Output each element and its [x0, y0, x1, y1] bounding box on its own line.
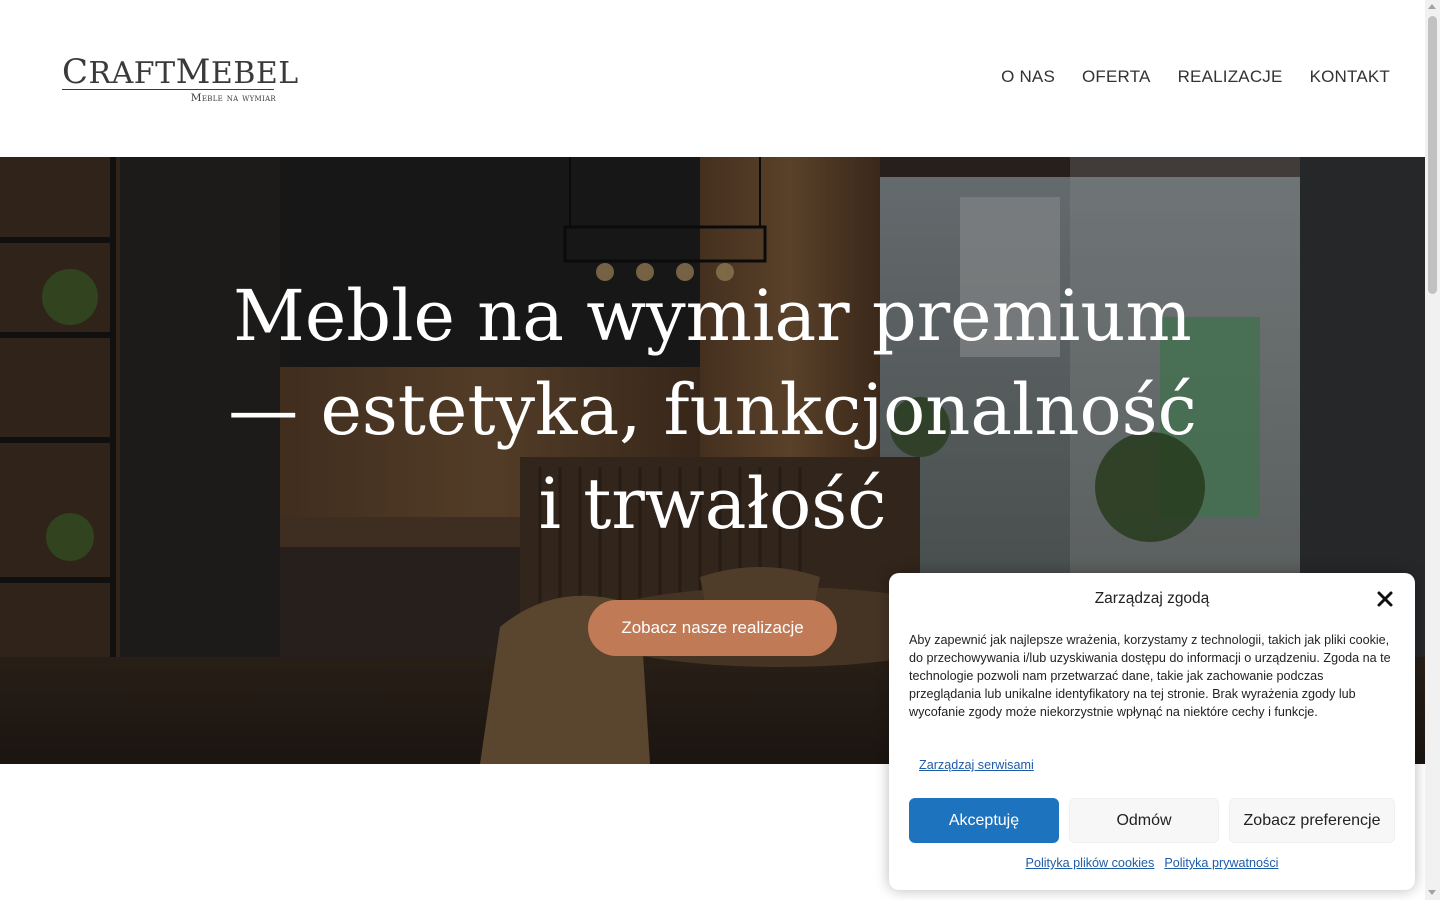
logo-wordmark: CRAFTMEBEL — [62, 55, 299, 91]
deny-button[interactable]: Odmów — [1069, 798, 1219, 843]
page-scrollbar[interactable] — [1425, 0, 1440, 900]
consent-description: Aby zapewnić jak najlepsze wrażenia, kor… — [909, 633, 1391, 719]
consent-policy-links: Polityka plików cookies Polityka prywatn… — [889, 856, 1415, 870]
hero-title-line-3: i trwałość — [538, 463, 887, 545]
scroll-up-arrow-icon[interactable] — [1428, 4, 1436, 9]
hero-title-line-2: — estetyka, funkcjonalność — [228, 369, 1197, 451]
logo-text-raft: RAFT — [88, 56, 176, 91]
nav-oferta[interactable]: OFERTA — [1082, 67, 1151, 87]
logo-letter-c: C — [62, 52, 89, 92]
nav-o-nas[interactable]: O NAS — [1001, 67, 1055, 87]
see-realizations-button[interactable]: Zobacz nasze realizacje — [588, 600, 837, 656]
craftmebel-logo[interactable]: CRAFTMEBEL Meble na wymiar — [62, 55, 298, 106]
hero-title: Meble na wymiar premium — estetyka, funk… — [200, 269, 1225, 551]
logo-tagline: Meble na wymiar — [190, 92, 276, 104]
logo-letter-m: M — [175, 52, 211, 92]
privacy-policy-link[interactable]: Polityka prywatności — [1164, 856, 1278, 870]
nav-realizacje[interactable]: REALIZACJE — [1178, 67, 1283, 87]
preferences-button[interactable]: Zobacz preferencje — [1229, 798, 1395, 843]
logo-rule — [62, 89, 274, 90]
consent-title: Zarządzaj zgodą — [1094, 590, 1210, 607]
scroll-down-arrow-icon[interactable] — [1428, 890, 1436, 895]
logo-text-ebel: EBEL — [210, 56, 299, 91]
main-nav: O NAS OFERTA REALIZACJE KONTAKT — [1001, 67, 1390, 87]
nav-kontakt[interactable]: KONTAKT — [1310, 67, 1390, 87]
close-icon[interactable] — [1375, 589, 1395, 609]
cookie-consent-dialog: Zarządzaj zgodą Aby zapewnić jak najleps… — [889, 573, 1415, 890]
cookie-policy-link[interactable]: Polityka plików cookies — [1026, 856, 1155, 870]
hero-title-line-1: Meble na wymiar premium — [233, 275, 1192, 357]
site-header: CRAFTMEBEL Meble na wymiar O NAS OFERTA … — [0, 0, 1425, 157]
scrollbar-thumb[interactable] — [1428, 16, 1437, 294]
manage-services-link[interactable]: Zarządzaj serwisami — [919, 758, 1034, 772]
accept-button[interactable]: Akceptuję — [909, 798, 1059, 843]
